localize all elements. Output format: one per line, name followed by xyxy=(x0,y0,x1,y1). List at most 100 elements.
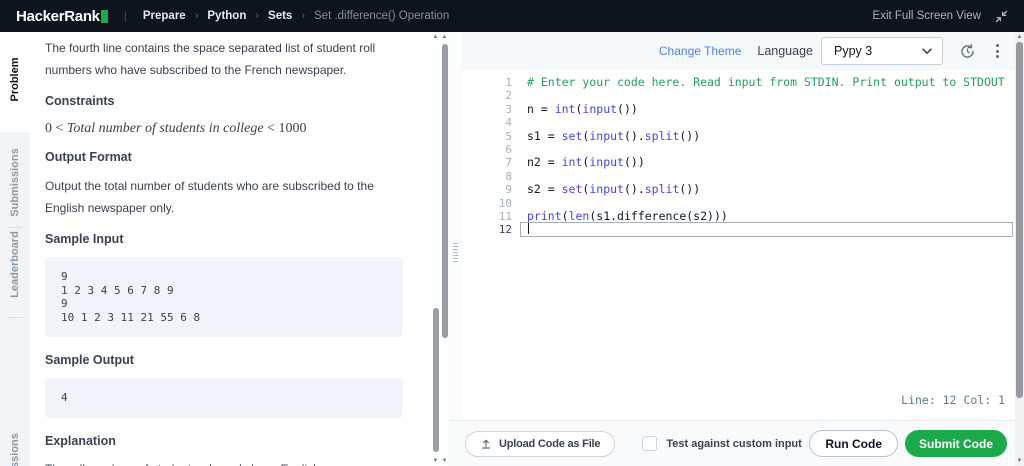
collapse-arrows-icon[interactable] xyxy=(995,10,1008,23)
topbar-divider: | xyxy=(123,9,127,23)
explanation-heading: Explanation xyxy=(45,433,116,448)
editor-toolbar: Change Theme Language Pypy 3 xyxy=(462,32,1015,70)
code-line[interactable]: 1 # Enter your code here. Read input from… xyxy=(462,75,1015,89)
custom-input-toggle[interactable]: Test against custom input xyxy=(642,436,802,451)
code-line-text xyxy=(520,222,1013,238)
page-scrollbar: ▲ ▼ xyxy=(1015,32,1024,466)
breadcrumb-item[interactable]: Prepare xyxy=(143,10,186,22)
sample-input-text: 9 1 2 3 4 5 6 7 8 9 9 10 1 2 3 11 21 55 … xyxy=(61,270,201,324)
reset-code-icon[interactable] xyxy=(959,43,976,60)
line-number: 10 xyxy=(498,196,512,210)
cursor-position-status: Line: 12 Col: 1 xyxy=(901,393,1005,407)
line-number: 7 xyxy=(505,156,512,170)
language-value: Pypy 3 xyxy=(834,44,873,58)
logo-green-block-icon xyxy=(100,9,108,23)
breadcrumb-separator-icon: › xyxy=(255,10,260,22)
code-line-text: # Enter your code here. Read input from … xyxy=(527,75,1005,89)
constraints-formula: 0 < Total number of students in college … xyxy=(45,121,307,136)
sidebar-tab-discussions[interactable]: Discussions xyxy=(0,433,30,466)
output-format-heading: Output Format xyxy=(45,150,132,164)
code-line[interactable]: 3 n = int(input()) xyxy=(462,101,1015,116)
scroll-down-arrow[interactable]: ▼ xyxy=(431,456,440,466)
panel-splitter[interactable] xyxy=(449,32,462,420)
custom-input-label: Test against custom input xyxy=(666,437,802,450)
code-line-text: n2 = int(input()) xyxy=(527,155,645,170)
code-line[interactable]: 9 s2 = set(input().split()) xyxy=(462,182,1015,197)
sidebar-tab-label: Problem xyxy=(9,57,21,102)
breadcrumb-separator-icon: › xyxy=(194,10,199,22)
code-editor-section: Change Theme Language Pypy 3 1 # Enter yo… xyxy=(462,32,1015,420)
scroll-down-arrow[interactable]: ▼ xyxy=(440,456,449,466)
line-number: 2 xyxy=(505,89,512,103)
sidebar-tab-submissions[interactable]: Submissions xyxy=(0,148,30,221)
exit-fullscreen-link[interactable]: Exit Full Screen View xyxy=(873,10,981,22)
scroll-up-arrow[interactable]: ▲ xyxy=(1015,32,1024,42)
sample-output-text: 4 xyxy=(61,391,68,404)
code-line[interactable]: 5 s1 = set(input().split()) xyxy=(462,128,1015,143)
code-line[interactable]: 12 xyxy=(462,222,1015,238)
splitter-grip-icon xyxy=(453,243,458,264)
run-code-button[interactable]: Run Code xyxy=(809,430,898,457)
scrollbar-thumb[interactable] xyxy=(1016,42,1023,398)
editor-footer: Upload Code as File Test against custom … xyxy=(449,420,1015,466)
line-number: 9 xyxy=(505,183,512,197)
topbar: HackerRank | Prepare › Python › Sets › Set .di… xyxy=(0,0,1024,32)
code-line[interactable]: 11 print(len(s1.difference(s2))) xyxy=(462,209,1015,223)
line-number: 1 xyxy=(505,76,512,89)
line-number: 11 xyxy=(498,209,512,223)
code-line[interactable]: 6 xyxy=(462,143,1015,156)
language-label: Language xyxy=(757,44,813,58)
rail-divider xyxy=(7,227,23,228)
action-buttons: Run Code Submit Code xyxy=(809,430,1007,457)
sidebar-tab-label: Discussions xyxy=(9,433,21,466)
scroll-down-arrow[interactable]: ▼ xyxy=(1015,456,1024,466)
upload-icon xyxy=(482,439,490,449)
code-line-text: s2 = set(input().split()) xyxy=(527,182,701,197)
line-number: 8 xyxy=(505,169,512,183)
line-number: 12 xyxy=(498,223,512,237)
submit-code-button[interactable]: Submit Code xyxy=(905,430,1007,457)
scroll-up-arrow[interactable]: ▲ xyxy=(431,32,440,42)
breadcrumb-item[interactable]: Python xyxy=(207,10,246,22)
line-number: 5 xyxy=(505,129,512,143)
hackerrank-logo[interactable]: HackerRank xyxy=(16,8,108,25)
code-line-text: n = int(input()) xyxy=(527,101,638,116)
code-line[interactable]: 10 xyxy=(462,197,1015,210)
scrollbar-thumb[interactable] xyxy=(432,308,439,452)
line-number: 3 xyxy=(505,102,512,116)
code-editor[interactable]: 1 # Enter your code here. Read input from… xyxy=(462,70,1015,420)
code-line-text: s1 = set(input().split()) xyxy=(527,128,701,143)
more-options-icon[interactable] xyxy=(992,42,1003,60)
sample-input-box: 9 1 2 3 4 5 6 7 8 9 9 10 1 2 3 11 21 55 … xyxy=(45,257,403,337)
code-line[interactable]: 7 n2 = int(input()) xyxy=(462,155,1015,170)
text-cursor xyxy=(528,223,529,235)
rail-divider xyxy=(7,317,23,318)
sidebar-tab-problem[interactable]: Problem xyxy=(0,57,30,106)
custom-input-checkbox[interactable] xyxy=(642,436,658,451)
problem-panel: The fourth line contains the space separ… xyxy=(30,32,431,466)
code-line[interactable]: 2 xyxy=(462,89,1015,102)
upload-code-button[interactable]: Upload Code as File xyxy=(465,430,616,457)
language-dropdown[interactable]: Pypy 3 xyxy=(821,37,943,65)
line-number: 6 xyxy=(505,142,512,156)
problem-paragraph: The fourth line contains the space separ… xyxy=(45,41,376,77)
code-line[interactable]: 4 xyxy=(462,116,1015,129)
breadcrumb-item[interactable]: Sets xyxy=(268,10,292,22)
sample-output-box: 4 xyxy=(45,378,403,418)
left-tab-rail: Problem Submissions Leaderboard Discussions xyxy=(0,32,30,466)
logo-text: HackerRank xyxy=(16,7,100,25)
scroll-up-arrow[interactable]: ▲ xyxy=(440,32,449,42)
output-format-text: Output the total number of students who … xyxy=(45,179,374,215)
sidebar-tab-leaderboard[interactable]: Leaderboard xyxy=(0,231,30,303)
breadcrumb-separator-icon: › xyxy=(301,10,305,22)
change-theme-link[interactable]: Change Theme xyxy=(659,44,742,58)
code-line[interactable]: 8 xyxy=(462,170,1015,183)
problem-scrollbar: ▲ ▼ xyxy=(431,32,440,466)
scrollbar-thumb[interactable] xyxy=(441,44,448,338)
sidebar-tab-label: Leaderboard xyxy=(9,231,21,298)
